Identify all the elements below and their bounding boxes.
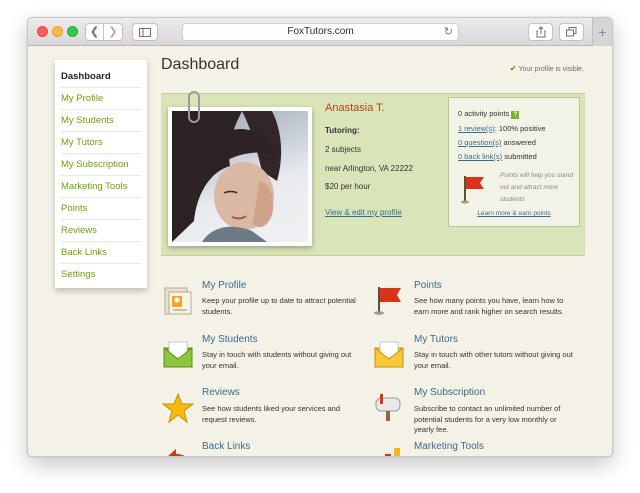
profile-card-icon bbox=[164, 287, 192, 315]
reload-icon[interactable]: ↻ bbox=[444, 24, 453, 40]
chevron-right-icon: ❯ bbox=[108, 25, 118, 38]
backlinks-stat: 0 back link(s) submitted bbox=[458, 152, 537, 161]
sidebar-item-my-subscription[interactable]: My Subscription bbox=[61, 154, 141, 176]
sidebar-item-reviews[interactable]: Reviews bbox=[61, 220, 141, 242]
tabs-icon bbox=[566, 27, 577, 37]
profile-photo bbox=[172, 111, 308, 242]
reviews-link[interactable]: 1 review(s) bbox=[458, 124, 495, 133]
sidebar-item-dashboard[interactable]: Dashboard bbox=[61, 66, 141, 88]
sidebar-item-settings[interactable]: Settings bbox=[61, 264, 141, 286]
activity-points: 0 activity points? bbox=[458, 109, 520, 119]
flag-icon bbox=[374, 287, 401, 315]
points-note: Points will help you stand out and attra… bbox=[500, 172, 573, 203]
feature-title-my-profile[interactable]: My Profile bbox=[202, 280, 246, 291]
sidebar-icon bbox=[139, 27, 151, 37]
sidebar-item-my-students[interactable]: My Students bbox=[61, 110, 141, 132]
plus-icon: + bbox=[598, 24, 607, 40]
green-envelope-icon bbox=[163, 341, 193, 368]
points-summary-box: 0 activity points? 1 review(s): 100% pos… bbox=[448, 97, 580, 227]
backlinks-suffix: submitted bbox=[502, 152, 537, 161]
feature-desc-reviews: See how students liked your services and… bbox=[202, 404, 340, 424]
questions-link[interactable]: 0 question(s) bbox=[458, 138, 501, 147]
visibility-text: Your profile is visible. bbox=[518, 66, 585, 73]
flag-icon bbox=[461, 176, 484, 204]
chevron-left-icon: ❮ bbox=[89, 25, 100, 38]
feature-desc-my-subscription: Subscribe to contact an unlimited number… bbox=[414, 404, 561, 434]
sidebar-toggle-button[interactable] bbox=[132, 23, 158, 41]
feature-desc-points: See how many points you have, learn how … bbox=[414, 296, 564, 316]
page-title: Dashboard bbox=[161, 56, 240, 73]
portrait-image bbox=[172, 111, 282, 242]
share-button[interactable] bbox=[528, 23, 553, 41]
reviews-stat: 1 review(s): 100% positive bbox=[458, 124, 546, 133]
address-text: FoxTutors.com bbox=[287, 26, 354, 37]
share-icon bbox=[536, 26, 545, 38]
paperclip-icon bbox=[188, 91, 200, 123]
visibility-status: ✔ Your profile is visible. bbox=[510, 64, 584, 73]
activity-points-text: 0 activity points bbox=[458, 109, 510, 118]
learn-more-points-link[interactable]: Learn more & earn points bbox=[449, 210, 579, 217]
minimize-window-button[interactable] bbox=[52, 26, 63, 37]
questions-stat: 0 question(s) answered bbox=[458, 138, 536, 147]
feature-title-marketing-tools[interactable]: Marketing Tools bbox=[414, 441, 484, 452]
address-bar[interactable]: FoxTutors.com ↻ bbox=[182, 23, 459, 41]
tabs-button[interactable] bbox=[559, 23, 584, 41]
sidebar-nav: Dashboard My Profile My Students My Tuto… bbox=[55, 60, 147, 288]
star-icon bbox=[162, 392, 194, 424]
location-text: near Arlington, VA 22222 bbox=[325, 164, 413, 173]
edit-profile-link[interactable]: View & edit my profile bbox=[325, 208, 402, 217]
sidebar-item-points[interactable]: Points bbox=[61, 198, 141, 220]
browser-window: ❮ ❯ FoxTutors.com ↻ + Dashboard My Profi… bbox=[27, 17, 613, 457]
sidebar-item-my-profile[interactable]: My Profile bbox=[61, 88, 141, 110]
questions-suffix: answered bbox=[501, 138, 536, 147]
sidebar-item-marketing-tools[interactable]: Marketing Tools bbox=[61, 176, 141, 198]
feature-desc-my-students: Stay in touch with students without givi… bbox=[202, 350, 352, 370]
feature-title-points[interactable]: Points bbox=[414, 280, 442, 291]
profile-photo-frame bbox=[168, 107, 312, 246]
sidebar-item-my-tutors[interactable]: My Tutors bbox=[61, 132, 141, 154]
back-button[interactable]: ❮ bbox=[85, 23, 104, 41]
feature-title-my-subscription[interactable]: My Subscription bbox=[414, 387, 485, 398]
back-arrow-icon bbox=[168, 449, 185, 456]
feature-desc-my-tutors: Stay in touch with other tutors without … bbox=[414, 350, 573, 370]
tutor-name: Anastasia T. bbox=[325, 102, 385, 114]
backlinks-link[interactable]: 0 back link(s) bbox=[458, 152, 502, 161]
new-tab-button[interactable]: + bbox=[592, 18, 612, 46]
sidebar-item-back-links[interactable]: Back Links bbox=[61, 242, 141, 264]
bar-chart-icon bbox=[385, 448, 400, 456]
feature-title-back-links[interactable]: Back Links bbox=[202, 441, 250, 452]
reviews-suffix: : 100% positive bbox=[494, 124, 546, 133]
help-badge-icon[interactable]: ? bbox=[511, 111, 520, 119]
browser-toolbar: ❮ ❯ FoxTutors.com ↻ + bbox=[28, 18, 612, 46]
mailbox-icon bbox=[375, 394, 401, 421]
yellow-envelope-icon bbox=[374, 341, 404, 368]
close-window-button[interactable] bbox=[37, 26, 48, 37]
subjects-count: 2 subjects bbox=[325, 145, 362, 154]
feature-title-my-students[interactable]: My Students bbox=[202, 334, 258, 345]
rate-text: $20 per hour bbox=[325, 182, 371, 191]
checkmark-icon: ✔ bbox=[509, 64, 517, 73]
feature-title-reviews[interactable]: Reviews bbox=[202, 387, 240, 398]
feature-desc-my-profile: Keep your profile up to date to attract … bbox=[202, 296, 356, 316]
feature-title-my-tutors[interactable]: My Tutors bbox=[414, 334, 458, 345]
zoom-window-button[interactable] bbox=[67, 26, 78, 37]
tutoring-label: Tutoring: bbox=[325, 126, 360, 135]
forward-button[interactable]: ❯ bbox=[104, 23, 123, 41]
